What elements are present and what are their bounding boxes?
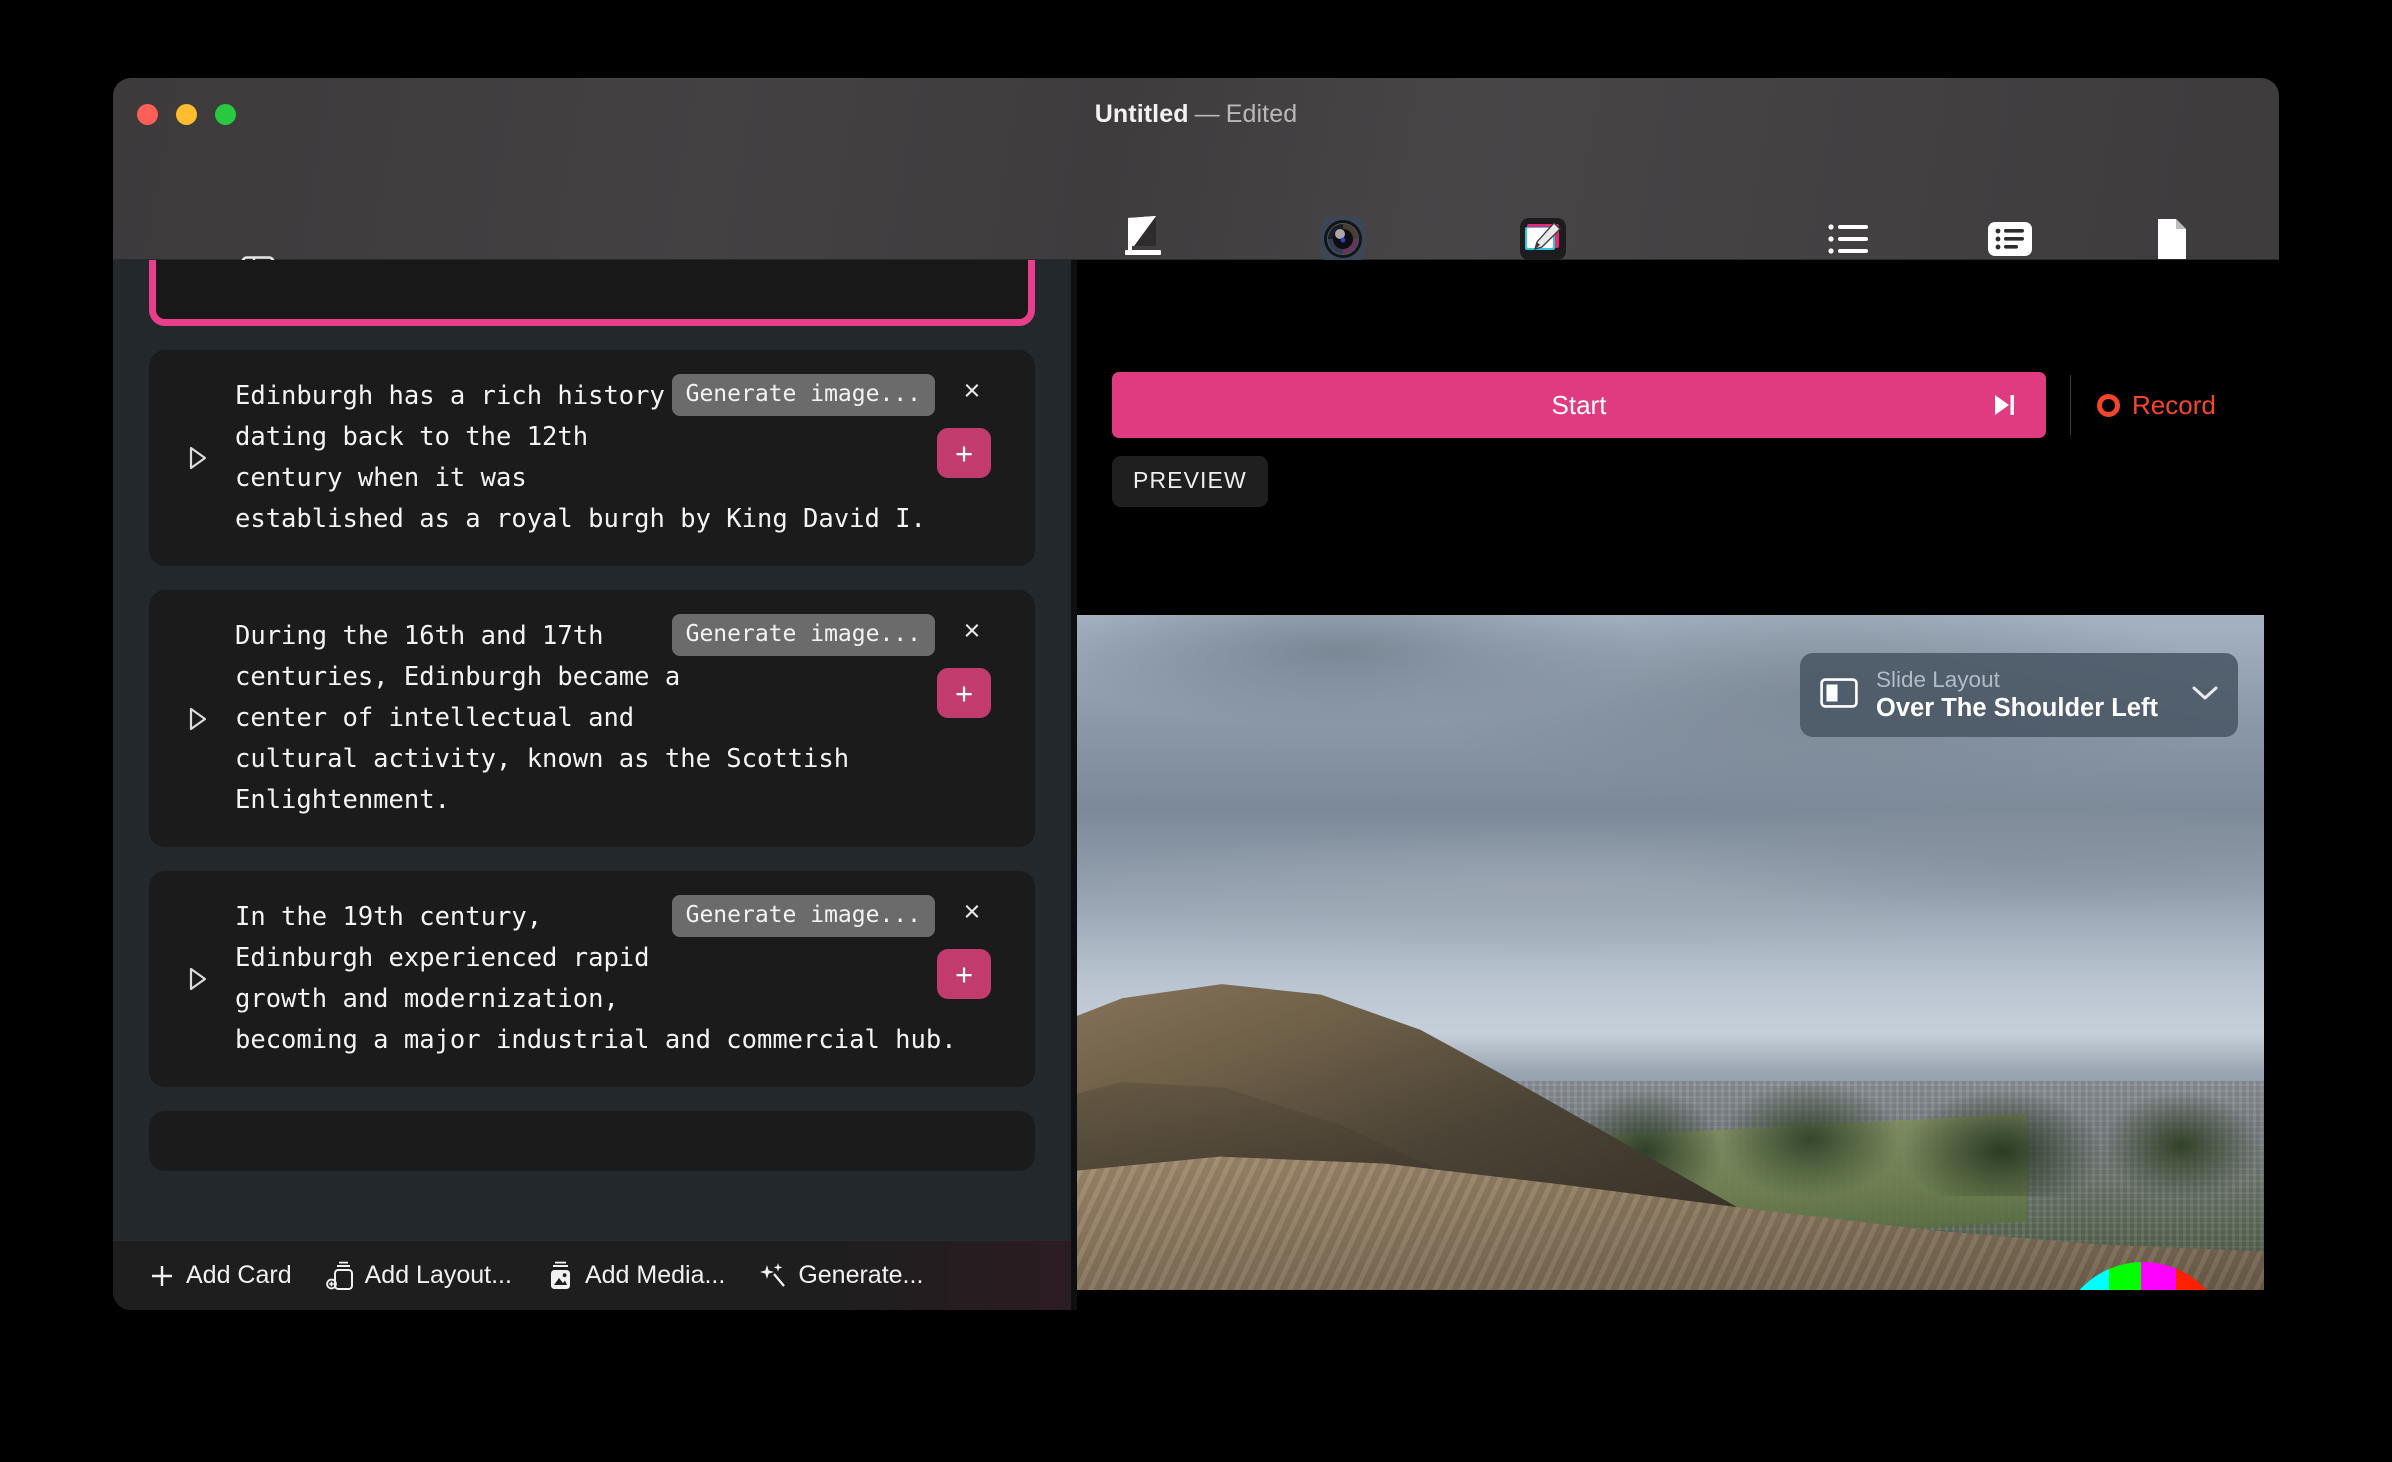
card-item[interactable]: In the 19th century, Edinburgh experienc… [149, 871, 1035, 1087]
color-bar-3 [2141, 1262, 2175, 1290]
sparkles-icon [759, 1262, 787, 1290]
generate-button[interactable]: Generate... [759, 1261, 923, 1290]
document-name: Untitled [1095, 100, 1189, 128]
card-item[interactable]: During the 16th and 17th centuries, Edin… [149, 590, 1035, 847]
card-add-button[interactable]: + [937, 428, 991, 478]
add-media-button[interactable]: Add Media... [546, 1261, 725, 1291]
add-media-icon [546, 1261, 574, 1291]
disclosure-triangle-icon[interactable] [187, 445, 209, 471]
title-dash: — [1189, 100, 1226, 128]
slide-layout-selector[interactable]: Slide Layout Over The Shoulder Left [1800, 653, 2238, 737]
plus-icon [149, 1263, 175, 1289]
card-close-button[interactable]: × [957, 374, 987, 408]
card-add-button[interactable]: + [937, 668, 991, 718]
window-body: + Edinburgh has a rich history dating ba… [113, 260, 2279, 1310]
script-pane: + Edinburgh has a rich history dating ba… [113, 260, 1071, 1310]
generate-image-button[interactable]: Generate image... [672, 374, 935, 416]
transport-separator [2070, 375, 2071, 435]
add-layout-button[interactable]: Add Layout... [326, 1261, 512, 1291]
record-dot-icon [2097, 394, 2120, 417]
generate-image-button[interactable]: Generate image... [672, 895, 935, 937]
card-item[interactable]: + [149, 260, 1035, 326]
card-list[interactable]: + Edinburgh has a rich history dating ba… [113, 260, 1071, 1240]
transport-controls: Start Record [1112, 372, 2243, 438]
start-button[interactable]: Start [1112, 372, 2046, 438]
generate-image-button[interactable]: Generate image... [672, 614, 935, 656]
record-label: Record [2132, 390, 2216, 421]
add-card-button[interactable]: Add Card [149, 1261, 292, 1290]
chevron-down-icon[interactable] [2190, 683, 2220, 708]
tree-line [1576, 1047, 2264, 1196]
card-close-button[interactable]: × [957, 895, 987, 929]
title-bar: Untitled—Edited [113, 78, 2279, 260]
color-bar-2 [2109, 1262, 2142, 1290]
generate-label: Generate... [798, 1261, 923, 1290]
record-button[interactable]: Record [2097, 390, 2216, 421]
start-button-label: Start [1552, 390, 1607, 420]
slide-layout-caption: Slide Layout [1876, 666, 2180, 693]
disclosure-triangle-icon[interactable] [187, 966, 209, 992]
card-actions-toolbar: Add Card Add Layout... [113, 1240, 1071, 1310]
window-title: Untitled—Edited [113, 100, 2279, 129]
video-preview[interactable]: Slide Layout Over The Shoulder Left [1077, 615, 2264, 1290]
preview-badge[interactable]: PREVIEW [1112, 456, 1268, 507]
card-close-button[interactable]: × [957, 614, 987, 648]
card-item[interactable] [149, 1111, 1035, 1171]
disclosure-triangle-icon[interactable] [187, 706, 209, 732]
skip-forward-icon[interactable] [1992, 392, 2016, 418]
add-card-label: Add Card [186, 1261, 292, 1290]
document-state: Edited [1226, 100, 1298, 128]
preview-pane: Start Record PREVIEW [1077, 260, 2279, 1310]
add-layout-label: Add Layout... [365, 1261, 512, 1290]
add-layout-icon [326, 1261, 354, 1291]
app-window: Untitled—Edited [113, 78, 2279, 1310]
slide-layout-icon [1820, 678, 1858, 713]
card-item[interactable]: Edinburgh has a rich history dating back… [149, 350, 1035, 566]
slide-layout-value: Over The Shoulder Left [1876, 693, 2180, 724]
add-media-label: Add Media... [585, 1261, 725, 1290]
card-add-button[interactable]: + [937, 949, 991, 999]
